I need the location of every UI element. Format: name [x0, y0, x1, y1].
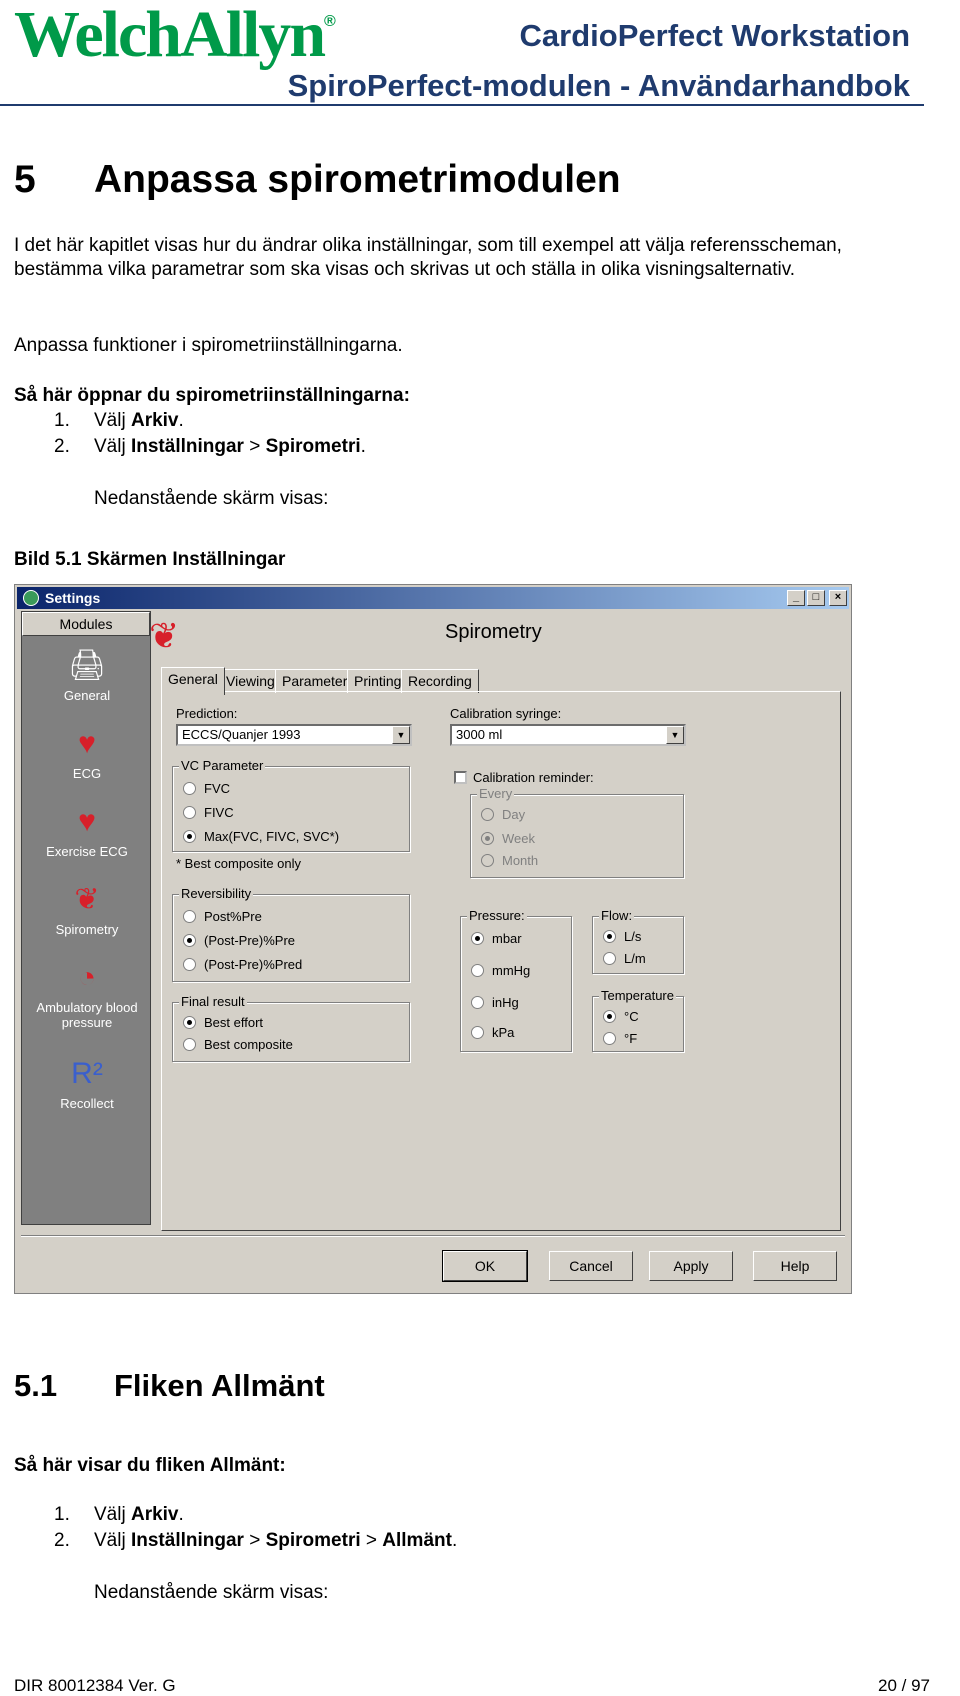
flow-lm-radio[interactable]: L/m [603, 951, 646, 966]
chevron-down-icon: ▼ [666, 726, 684, 744]
reversibility-diff-pred-radio[interactable]: (Post-Pre)%Pred [183, 957, 302, 972]
temperature-c-radio[interactable]: °C [603, 1009, 639, 1024]
figure-caption: Bild 5.1 Skärmen Inställningar [14, 549, 286, 570]
reversibility-diff-pre-radio[interactable]: (Post-Pre)%Pre [183, 933, 295, 948]
apply-button[interactable]: Apply [649, 1251, 733, 1281]
tab-recording[interactable]: Recording [401, 669, 479, 693]
ok-button[interactable]: OK [442, 1250, 528, 1282]
vc-fivc-radio[interactable]: FIVC [183, 805, 234, 820]
section-step-2: 2. Välj Inställningar > Spirometri > Allm… [54, 1530, 458, 1551]
every-group: Every Day Week Month [470, 786, 684, 878]
general-tab-panel: Prediction: ECCS/Quanjer 1993 ▼ Calibrati… [161, 691, 841, 1231]
reversibility-post-pre-radio[interactable]: Post%Pre [183, 909, 262, 924]
header-product: CardioPerfect Workstation [519, 18, 910, 53]
chapter-intro-2: Anpassa funktioner i spirometriinställni… [14, 335, 403, 356]
chevron-down-icon: ▼ [392, 726, 410, 744]
reversibility-group: Reversibility Post%Pre (Post-Pre)%Pre (P… [172, 886, 410, 982]
maximize-button[interactable]: □ [807, 590, 825, 606]
screen-note: Nedanstående skärm visas: [94, 488, 329, 509]
module-ecg[interactable]: ♥ ECG [22, 726, 152, 781]
step-2: 2. Välj Inställningar > Spirometri. [54, 436, 366, 457]
help-button[interactable]: Help [753, 1251, 837, 1281]
every-day-radio[interactable]: Day [481, 807, 525, 822]
window-titlebar: Settings _ □ × [17, 587, 849, 609]
spirometry-heading: Spirometry [445, 621, 542, 643]
prediction-label: Prediction: [176, 706, 238, 721]
module-general[interactable]: 🖨 General [22, 648, 152, 703]
vc-max-radio[interactable]: Max(FVC, FIVC, SVC*) [183, 829, 339, 844]
pressure-group: Pressure: mbar mmHg inHg kPa [460, 908, 572, 1052]
section-screen-note: Nedanstående skärm visas: [94, 1582, 329, 1603]
minimize-button[interactable]: _ [787, 590, 805, 606]
final-best-effort-radio[interactable]: Best effort [183, 1015, 263, 1030]
cancel-button[interactable]: Cancel [549, 1251, 633, 1281]
every-month-radio[interactable]: Month [481, 853, 538, 868]
flow-group: Flow: L/s L/m [592, 908, 684, 974]
section-step-1: 1. Välj Arkiv. [54, 1504, 184, 1525]
calibration-syringe-select[interactable]: 3000 ml ▼ [450, 724, 686, 746]
flow-ls-radio[interactable]: L/s [603, 929, 641, 944]
running-heart-icon: ♥ [78, 805, 96, 838]
temperature-f-radio[interactable]: °F [603, 1031, 637, 1046]
every-week-radio[interactable]: Week [481, 831, 535, 846]
vc-footnote: * Best composite only [176, 856, 302, 871]
final-result-group: Final result Best effort Best composite [172, 994, 410, 1062]
module-ambulatory-bp[interactable]: ◔ Ambulatory blood pressure [22, 960, 152, 1030]
calibration-reminder-checkbox[interactable]: Calibration reminder: [454, 770, 594, 785]
ecg-heart-icon: ♥ [78, 727, 96, 760]
close-button[interactable]: × [829, 590, 847, 606]
lungs-icon: ❦ [74, 883, 100, 916]
pressure-inhg-radio[interactable]: inHg [471, 995, 519, 1010]
printer-icon: 🖨 [67, 649, 107, 682]
header-manual: SpiroPerfect-modulen - Användarhandbok [287, 68, 910, 103]
final-best-composite-radio[interactable]: Best composite [183, 1037, 293, 1052]
tab-viewing[interactable]: Viewing [219, 669, 282, 693]
spirometry-lungs-icon: ❦ [149, 615, 180, 656]
modules-header[interactable]: Modules [22, 612, 150, 636]
chapter-intro: I det här kapitlet visas hur du ändrar o… [14, 235, 842, 280]
vc-parameter-group: VC Parameter FVC FIVC Max(FVC, FIVC, SVC… [172, 758, 410, 852]
blood-pressure-icon: ◔ [77, 961, 97, 994]
pressure-mmhg-radio[interactable]: mmHg [471, 963, 530, 978]
module-recollect[interactable]: R² Recollect [22, 1056, 152, 1111]
prediction-select[interactable]: ECCS/Quanjer 1993 ▼ [176, 724, 412, 746]
settings-window: Settings _ □ × Modules 🖨 General ♥ ECG ♥ Ex… [14, 584, 852, 1294]
module-spirometry[interactable]: ❦ Spirometry [22, 882, 152, 937]
app-icon [23, 590, 39, 606]
modules-sidebar: Modules 🖨 General ♥ ECG ♥ Exercise ECG ❦ Spi… [21, 611, 151, 1225]
footer-doc-id: DIR 80012384 Ver. G [14, 1676, 176, 1695]
welch-allyn-logo: WelchAllyn® [14, 0, 336, 71]
tab-printing[interactable]: Printing [347, 669, 409, 693]
header-rule [0, 104, 924, 106]
section-heading: 5.1 Fliken Allmänt [14, 1368, 325, 1403]
chapter-heading: 5 Anpassa spirometrimodulen [14, 158, 621, 201]
module-exercise-ecg[interactable]: ♥ Exercise ECG [22, 804, 152, 859]
recollect-icon: R² [71, 1057, 103, 1090]
vc-fvc-radio[interactable]: FVC [183, 781, 230, 796]
step-1: 1. Välj Arkiv. [54, 410, 184, 431]
button-separator [21, 1235, 845, 1237]
temperature-group: Temperature °C °F [592, 988, 684, 1052]
calibration-syringe-label: Calibration syringe: [450, 706, 562, 721]
pressure-kpa-radio[interactable]: kPa [471, 1025, 514, 1040]
section-howto-heading: Så här visar du fliken Allmänt: [14, 1455, 286, 1476]
window-title: Settings [45, 590, 101, 606]
howto-heading: Så här öppnar du spirometriinställningar… [14, 385, 410, 406]
footer-page-number: 20 / 97 [878, 1676, 930, 1695]
pressure-mbar-radio[interactable]: mbar [471, 931, 522, 946]
tab-general[interactable]: General [161, 667, 225, 695]
